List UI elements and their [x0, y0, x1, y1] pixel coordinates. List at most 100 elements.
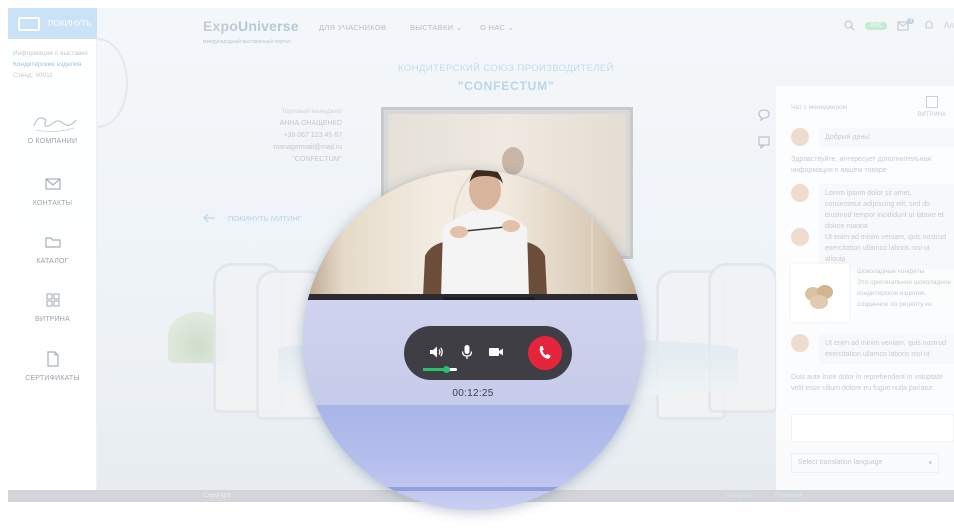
avatar	[791, 228, 809, 246]
left-sidebar: ПОКИНУТЬ Информация о выставке Кондитерс…	[8, 8, 97, 490]
chevron-down-icon: ⌄	[507, 23, 515, 32]
nav-label: ДЛЯ УЧАСНИКОВ	[319, 23, 387, 32]
contact-email[interactable]: managermail@mail.ru	[242, 142, 342, 154]
language-placeholder: Select translation language	[798, 459, 883, 466]
chevron-down-icon: ▾	[928, 460, 932, 467]
volume-icon[interactable]	[428, 344, 444, 360]
sidebar-item-showcase[interactable]: ВИТРИНА	[8, 292, 97, 323]
message-text: Duis aute irure dolor in reprehenderit i…	[791, 374, 943, 392]
stand-value: #0011	[35, 72, 53, 79]
translate-icon[interactable]	[757, 135, 771, 150]
sidebar-item-label: КАТАЛОГ	[36, 258, 69, 265]
volume-slider-handle[interactable]	[443, 366, 451, 373]
logo-text-expo: Expo	[203, 18, 239, 34]
leave-button[interactable]: ПОКИНУТЬ	[8, 8, 97, 39]
nav-label: ВЫСТАВКИ	[410, 23, 454, 32]
showcase-label: ВИТРИНА	[917, 112, 946, 118]
document-icon	[46, 351, 59, 367]
leave-meeting-link[interactable]: ПОКИНУТЬ МИТИНГ	[202, 213, 302, 223]
language-badge[interactable]: РУС	[865, 21, 888, 30]
company-name: "CONFECTUM"	[457, 79, 555, 93]
copyright: Copyright	[203, 492, 231, 499]
chat-panel: Чат с менеджером ВИТРИНА Добрый день! Зд…	[776, 86, 954, 490]
message-bubble: Ut enim ad minim veniam, quis nostrud ex…	[819, 228, 954, 269]
app-screen: ПОКИНУТЬ Информация о выставке Кондитерс…	[0, 0, 954, 529]
magnified-floor	[303, 405, 643, 510]
logo-text-universe: Universe	[238, 18, 299, 34]
zoom-magnifier: 00:12:25	[303, 170, 643, 510]
camera-icon[interactable]	[488, 344, 504, 360]
grid-icon	[45, 293, 60, 307]
header-tools: РУС 3 Ал	[844, 17, 954, 31]
envelope-icon	[44, 178, 61, 190]
folder-icon	[44, 237, 61, 248]
sidebar-item-certificates[interactable]: СЕРТИФИКАТЫ	[8, 351, 97, 382]
phone-icon	[539, 346, 551, 359]
message-bubble: Добрый день!	[819, 128, 954, 147]
bell-icon[interactable]	[924, 20, 934, 31]
sidebar-item-company[interactable]: О КОМПАНИИ	[8, 138, 97, 145]
chat-header: Чат с менеджером	[791, 104, 848, 111]
candy-image-icon	[805, 285, 833, 309]
sidebar-item-catalog[interactable]: КАТАЛОГ	[8, 234, 97, 265]
leave-button-label: ПОКИНУТЬ	[48, 19, 92, 28]
chevron-down-icon: ⌄	[455, 23, 463, 32]
search-icon[interactable]	[844, 20, 855, 31]
volume-slider[interactable]	[423, 366, 457, 373]
stand-line: Стенд: #0011	[13, 70, 97, 81]
logo-tagline: международный выставочный портал	[203, 39, 291, 45]
contact-company: "CONFECTUM"	[292, 156, 342, 163]
magnified-video	[303, 170, 643, 300]
presenter-video-icon	[423, 170, 547, 297]
sidebar-item-contacts[interactable]: КОНТАКТЫ	[8, 176, 97, 207]
nav-label: О НАС	[480, 23, 506, 32]
product-image	[791, 264, 849, 322]
avatar	[791, 128, 809, 146]
chat-message-own: Duis aute irure dolor in reprehenderit i…	[791, 370, 954, 394]
message-bubble: Ut enim ad minim veniam, quis nostrud ex…	[819, 334, 954, 364]
leave-meeting-label: ПОКИНУТЬ МИТИНГ	[228, 213, 302, 223]
chat-side-tools	[757, 108, 773, 154]
product-title: Шоколадные конфеты	[857, 268, 925, 275]
stand-label: Стенд:	[13, 72, 34, 79]
nav-exhibitions[interactable]: ВЫСТАВКИ ⌄	[410, 23, 462, 32]
nav-about[interactable]: О НАС ⌄	[480, 23, 514, 32]
product-card[interactable]: Шоколадные конфеты Это оригинальное шоко…	[791, 264, 954, 324]
site-logo[interactable]: ExpoUniverse	[203, 18, 299, 34]
contact-name: АННА ОНАЩЕНКО	[279, 120, 342, 127]
chat-message: Добрый день!	[791, 128, 954, 147]
chat-message-input[interactable]	[791, 414, 954, 442]
microphone-icon[interactable]	[459, 344, 475, 360]
hang-up-button[interactable]	[528, 336, 562, 370]
chat-bubble-icon[interactable]	[757, 108, 771, 122]
showcase-button[interactable]: ВИТРИНА	[917, 96, 946, 118]
exhibition-info: Информация о выставке Кондитерские издел…	[13, 48, 97, 81]
avatar	[791, 334, 809, 352]
exhibition-link[interactable]: Кондитерские изделия	[13, 59, 97, 70]
exit-icon	[18, 16, 40, 31]
chat-message-own: Здравствуйте, интересует дополнительная …	[791, 152, 954, 176]
contact-phone: +38 067 123 45 67	[283, 132, 342, 139]
product-text: Шоколадные конфеты Это оригинальное шоко…	[857, 266, 954, 310]
translation-language-select[interactable]: Select translation language ▾	[791, 453, 939, 473]
nav-participants[interactable]: ДЛЯ УЧАСНИКОВ	[319, 23, 386, 32]
sidebar-item-label: О КОМПАНИИ	[27, 138, 78, 145]
sidebar-item-label: СЕРТИФИКАТЫ	[25, 375, 80, 382]
call-timer: 00:12:25	[452, 388, 494, 399]
sidebar-item-label: ВИТРИНА	[35, 316, 70, 323]
grid-icon	[925, 96, 938, 108]
chat-message: Ut enim ad minim veniam, quis nostrud ex…	[791, 228, 954, 269]
arrow-left-icon	[203, 213, 215, 223]
call-controls	[404, 326, 572, 380]
exhibition-info-label: Информация о выставке	[13, 50, 88, 57]
company-logo-icon	[33, 117, 77, 132]
top-header: ExpoUniverse международный выставочный п…	[97, 8, 954, 50]
user-name-short[interactable]: Ал	[944, 21, 954, 30]
avatar	[791, 184, 809, 202]
social-links[interactable]: Instagram Facebook	[724, 492, 803, 499]
product-description: Это оригинальное шоколадное кондитерское…	[857, 279, 952, 308]
mail-count-badge: 3	[907, 17, 914, 24]
contact-label: Торговый менеджер	[281, 108, 342, 115]
message-text: Здравствуйте, интересует дополнительная …	[791, 156, 932, 174]
chat-message: Ut enim ad minim veniam, quis nostrud ex…	[791, 334, 954, 364]
